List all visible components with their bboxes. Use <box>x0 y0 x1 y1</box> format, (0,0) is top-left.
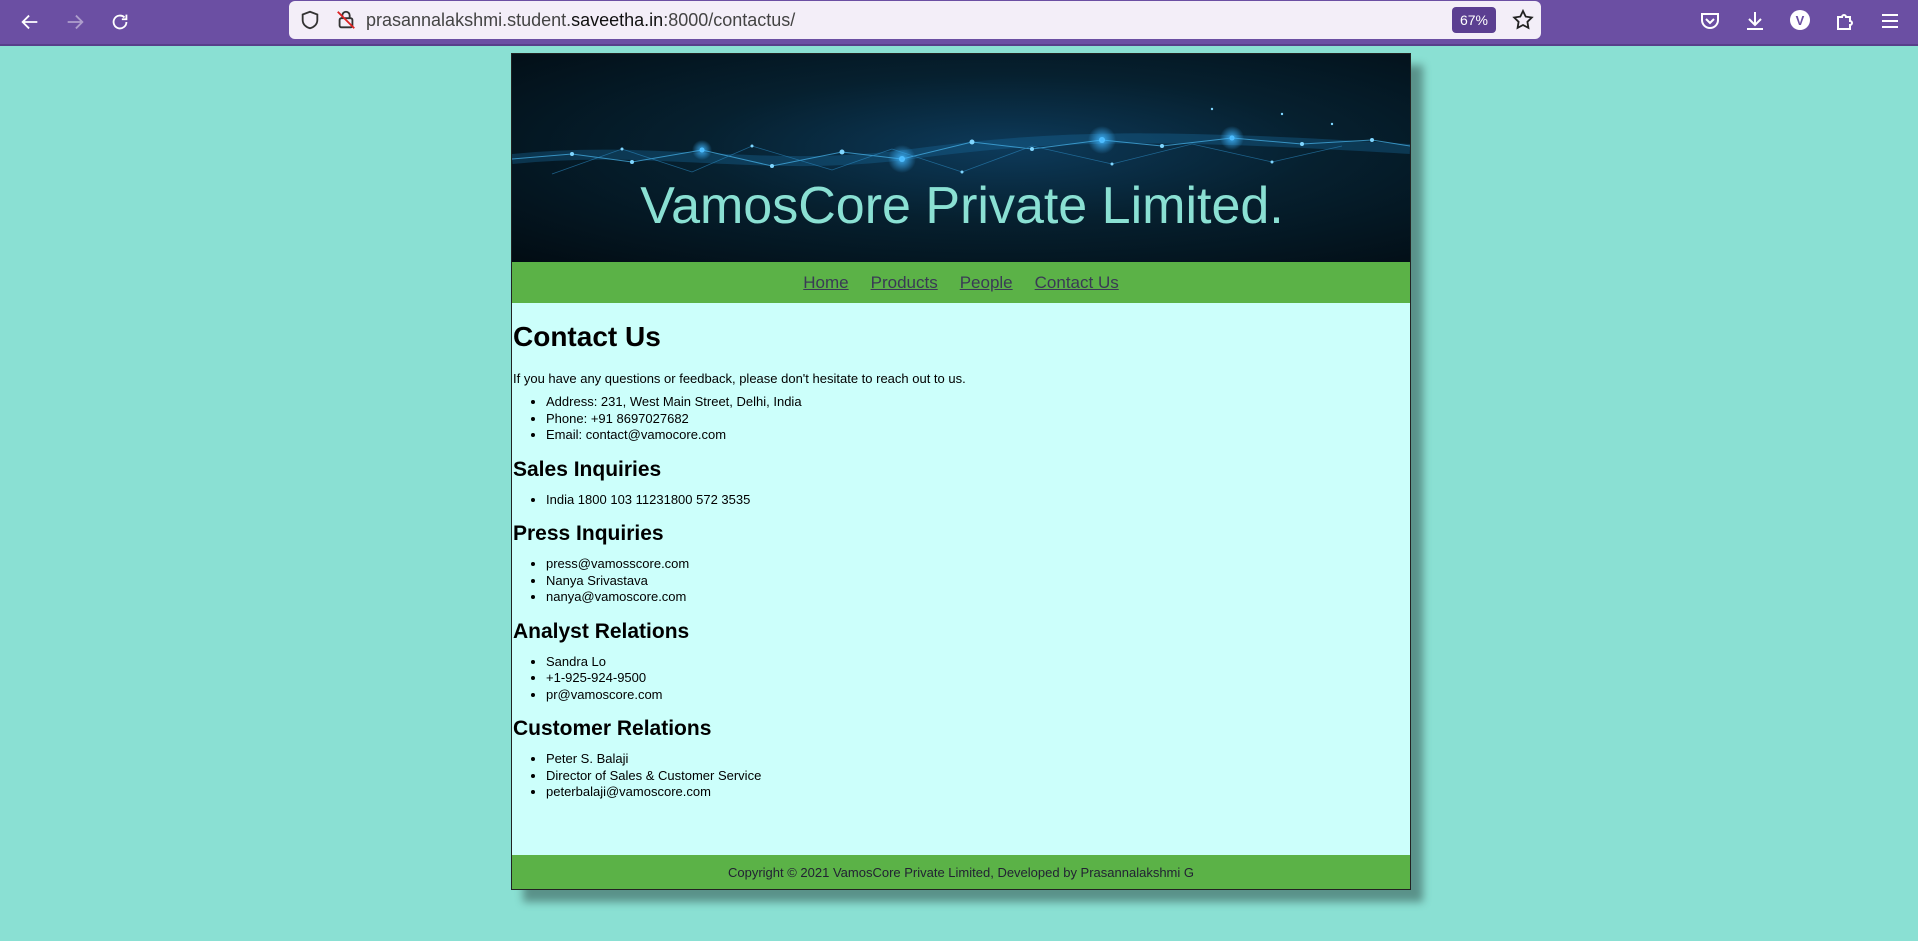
header-banner: VamosCore Private Limited. <box>512 54 1410 262</box>
download-icon[interactable] <box>1743 9 1767 33</box>
list-item: Nanya Srivastava <box>546 573 1409 590</box>
url-domain: saveetha.in <box>571 10 664 30</box>
nav-link-products[interactable]: Products <box>871 273 938 293</box>
nav-link-contact-us[interactable]: Contact Us <box>1035 273 1119 293</box>
arrow-right-icon <box>67 14 84 30</box>
list-item: peterbalaji@vamoscore.com <box>546 784 1409 801</box>
page-heading: Contact Us <box>513 321 661 352</box>
customer-list: Peter S. Balaji Director of Sales & Cust… <box>513 751 1409 801</box>
section-heading-press: Press Inquiries <box>513 522 664 545</box>
address-bar[interactable]: prasannalakshmi.student.saveetha.in:8000… <box>289 1 1541 39</box>
section-heading-analyst: Analyst Relations <box>513 619 690 643</box>
url-text[interactable]: prasannalakshmi.student.saveetha.in:8000… <box>366 10 795 31</box>
list-item: Director of Sales & Customer Service <box>546 768 1409 785</box>
main-content: Contact Us If you have any questions or … <box>512 321 1410 801</box>
list-item: press@vamosscore.com <box>546 556 1409 573</box>
list-item: Peter S. Balaji <box>546 751 1409 768</box>
url-suffix: :8000/contactus/ <box>663 10 796 30</box>
contact-list: Address: 231, West Main Street, Delhi, I… <box>513 394 1409 444</box>
url-prefix: prasannalakshmi.student. <box>366 10 572 30</box>
list-item: pr@vamoscore.com <box>546 687 1409 704</box>
pocket-icon[interactable] <box>1698 9 1722 33</box>
list-item: +1-925-924-9500 <box>546 670 1409 687</box>
list-item: Sandra Lo <box>546 654 1409 671</box>
analyst-list: Sandra Lo +1-925-924-9500 pr@vamoscore.c… <box>513 654 1409 704</box>
back-button[interactable] <box>15 7 45 37</box>
nav-link-people[interactable]: People <box>960 273 1013 293</box>
menu-icon[interactable] <box>1878 9 1902 33</box>
list-item: Phone: +91 8697027682 <box>546 411 1409 428</box>
site-title: VamosCore Private Limited. <box>640 177 1284 235</box>
intro-text: If you have any questions or feedback, p… <box>513 371 966 386</box>
bookmark-star-icon[interactable] <box>1511 8 1535 32</box>
press-list: press@vamosscore.com Nanya Srivastava na… <box>513 556 1409 606</box>
sales-list: India 1800 103 11231800 572 3535 <box>513 492 1409 509</box>
zoom-level-badge[interactable]: 67% <box>1452 7 1496 33</box>
list-item: nanya@vamoscore.com <box>546 589 1409 606</box>
list-item: Address: 231, West Main Street, Delhi, I… <box>546 394 1409 411</box>
nav-link-home[interactable]: Home <box>803 273 848 293</box>
website-container: VamosCore Private Limited. Home Products… <box>511 53 1411 890</box>
shield-icon[interactable] <box>299 9 321 31</box>
site-footer: Copyright © 2021 VamosCore Private Limit… <box>512 855 1410 889</box>
insecure-lock-icon[interactable] <box>335 9 357 31</box>
arrow-left-icon <box>21 14 38 30</box>
nav-bar: Home Products People Contact Us <box>512 262 1410 303</box>
account-avatar[interactable]: V <box>1790 10 1810 30</box>
section-heading-sales: Sales Inquiries <box>513 457 662 481</box>
reload-button[interactable] <box>105 7 135 37</box>
forward-button[interactable] <box>60 7 90 37</box>
browser-toolbar: prasannalakshmi.student.saveetha.in:8000… <box>0 0 1918 46</box>
reload-icon <box>112 14 128 30</box>
list-item: India 1800 103 11231800 572 3535 <box>546 492 1409 509</box>
extensions-puzzle-icon[interactable] <box>1833 9 1857 33</box>
section-heading-customer: Customer Relations <box>513 717 712 740</box>
list-item: Email: contact@vamocore.com <box>546 427 1409 444</box>
